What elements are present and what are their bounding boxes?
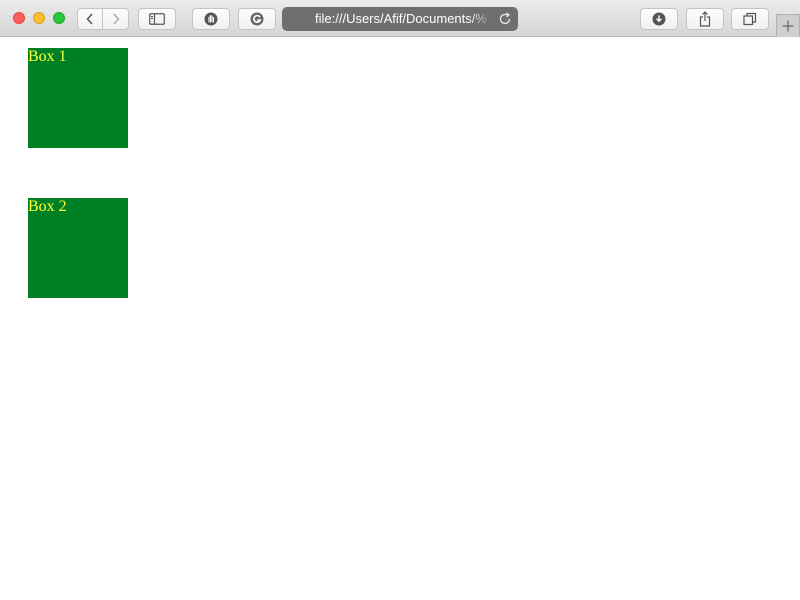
- reload-icon[interactable]: [498, 12, 512, 26]
- share-button[interactable]: [686, 8, 724, 30]
- g-icon: [250, 12, 264, 26]
- share-icon: [699, 11, 711, 27]
- address-bar[interactable]: file:///Users/Afif/Documents/%: [282, 7, 518, 31]
- plus-icon: [782, 20, 794, 32]
- minimize-window-button[interactable]: [33, 12, 45, 24]
- chevron-right-icon: [112, 13, 120, 25]
- hand-icon: [204, 12, 218, 26]
- chevron-left-icon: [86, 13, 93, 25]
- sidebar-button[interactable]: [138, 8, 176, 30]
- show-tabs-button[interactable]: [731, 8, 769, 30]
- navigation-buttons: [77, 8, 130, 30]
- box-2-label: Box 2: [28, 198, 67, 215]
- box-1: Box 1: [28, 48, 128, 148]
- back-button[interactable]: [77, 8, 103, 30]
- privacy-extension-button[interactable]: [192, 8, 230, 30]
- download-icon: [652, 12, 666, 26]
- sidebar-icon: [149, 13, 165, 25]
- new-tab-button[interactable]: [776, 14, 800, 37]
- box-2: Box 2: [28, 198, 128, 298]
- forward-button[interactable]: [103, 8, 129, 30]
- zoom-window-button[interactable]: [53, 12, 65, 24]
- g-extension-button[interactable]: [238, 8, 276, 30]
- address-bar-url: file:///Users/Afif/Documents/%: [315, 11, 487, 26]
- browser-toolbar: file:///Users/Afif/Documents/%: [0, 0, 800, 37]
- close-window-button[interactable]: [13, 12, 25, 24]
- downloads-button[interactable]: [640, 8, 678, 30]
- box-1-label: Box 1: [28, 48, 67, 65]
- tabs-icon: [743, 12, 757, 26]
